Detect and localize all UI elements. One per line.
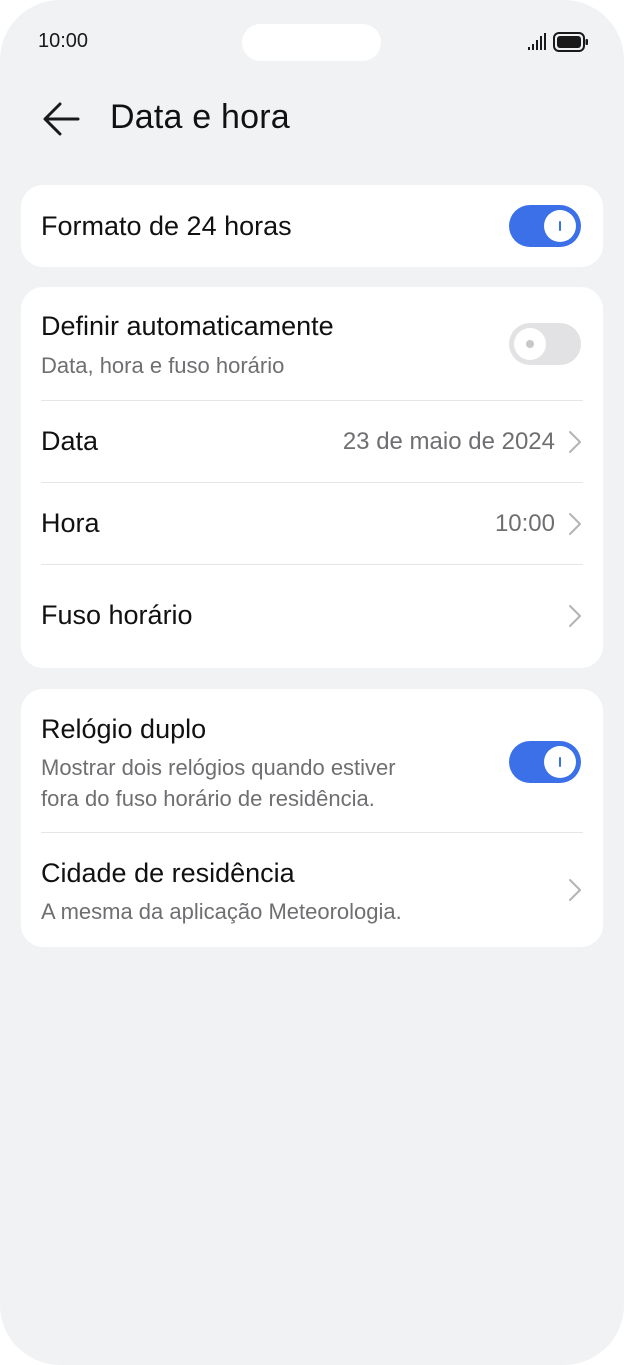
setting-home-city[interactable]: Cidade de residência A mesma da aplicaçã… — [41, 833, 583, 947]
setting-24h-format[interactable]: Formato de 24 horas — [41, 185, 583, 267]
chevron-right-icon — [569, 513, 581, 535]
setting-subtitle-line2: fora do fuso horário de residência. — [41, 786, 375, 811]
toggle-24h-format[interactable] — [509, 205, 581, 247]
card-date-time: Definir automaticamente Data, hora e fus… — [21, 287, 603, 668]
setting-auto-set[interactable]: Definir automaticamente Data, hora e fus… — [41, 287, 583, 400]
battery-icon — [553, 32, 588, 52]
toggle-knob — [514, 328, 546, 360]
toggle-dual-clock[interactable] — [509, 741, 581, 783]
chevron-right-icon — [569, 431, 581, 453]
phone-screen: 10:00 Data e hora Formato de 24 horas De… — [0, 0, 624, 1365]
toggle-auto-set[interactable] — [509, 323, 581, 365]
setting-title: Data — [41, 426, 99, 456]
signal-icon — [528, 33, 546, 50]
toggle-knob — [544, 210, 576, 242]
toggle-knob — [544, 746, 576, 778]
arrow-left-icon[interactable] — [40, 98, 82, 140]
setting-title: Formato de 24 horas — [41, 211, 292, 241]
camera-notch — [242, 24, 381, 61]
chevron-right-icon — [569, 605, 581, 627]
setting-title: Relógio duplo — [41, 714, 207, 744]
card-24h-format: Formato de 24 horas — [21, 185, 603, 267]
page-title: Data e hora — [110, 98, 290, 136]
setting-time[interactable]: Hora 10:00 — [41, 483, 583, 564]
setting-title: Fuso horário — [41, 600, 193, 630]
date-value: 23 de maio de 2024 — [342, 428, 555, 455]
setting-timezone[interactable]: Fuso horário — [41, 565, 583, 668]
setting-subtitle: A mesma da aplicação Meteorologia. — [41, 899, 402, 924]
status-time: 10:00 — [38, 30, 89, 52]
setting-title: Definir automaticamente — [41, 311, 334, 341]
header: Data e hora — [0, 90, 624, 146]
card-dual-clock: Relógio duplo Mostrar dois relógios quan… — [21, 689, 603, 947]
setting-title: Hora — [41, 508, 100, 538]
setting-dual-clock[interactable]: Relógio duplo Mostrar dois relógios quan… — [41, 689, 583, 832]
setting-subtitle: Data, hora e fuso horário — [41, 353, 285, 378]
setting-title: Cidade de residência — [41, 858, 295, 888]
setting-subtitle-line1: Mostrar dois relógios quando estiver — [41, 755, 396, 780]
setting-date[interactable]: Data 23 de maio de 2024 — [41, 401, 583, 482]
chevron-right-icon — [569, 879, 581, 901]
time-value: 10:00 — [494, 510, 555, 537]
status-bar: 10:00 — [0, 0, 624, 84]
